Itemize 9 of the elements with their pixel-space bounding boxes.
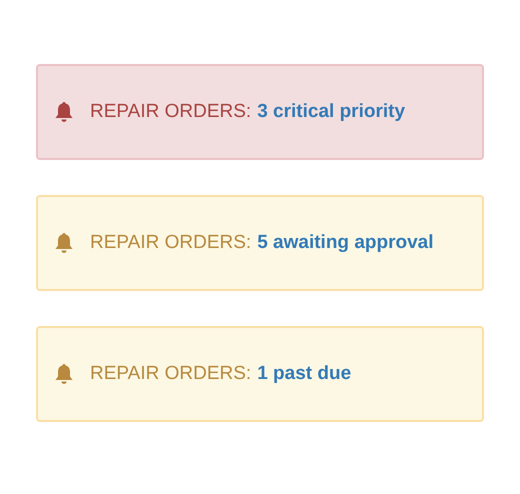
alert-link[interactable]: 1 past due bbox=[257, 363, 352, 385]
alert-label: REPAIR ORDERS: bbox=[90, 232, 252, 254]
alert-link[interactable]: 5 awaiting approval bbox=[257, 232, 434, 254]
alert-link[interactable]: 3 critical priority bbox=[257, 101, 406, 123]
bell-icon bbox=[54, 363, 74, 385]
bell-icon bbox=[54, 101, 74, 123]
alert-label: REPAIR ORDERS: bbox=[90, 101, 252, 123]
bell-icon bbox=[54, 232, 74, 254]
alert-label: REPAIR ORDERS: bbox=[90, 363, 252, 385]
